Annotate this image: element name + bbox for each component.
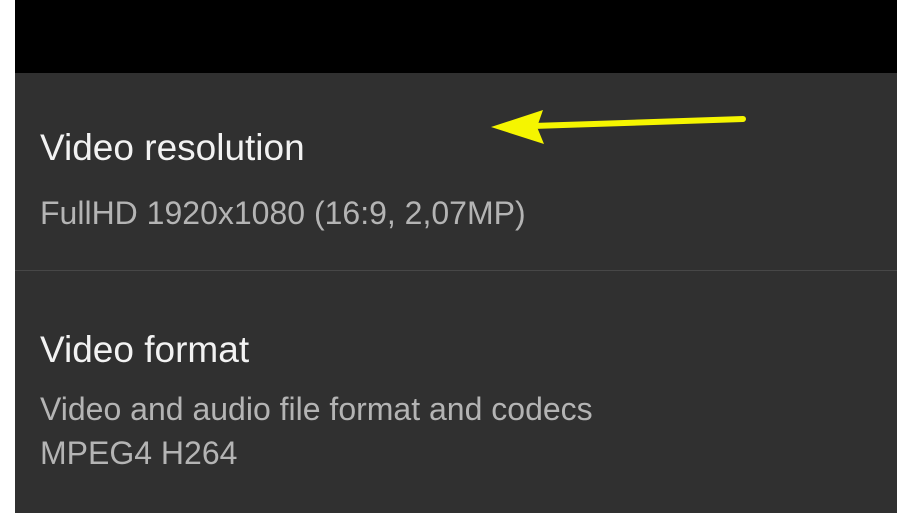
video-format-title: Video format [40,329,250,370]
status-bar [15,0,897,73]
video-resolution-title: Video resolution [40,127,305,168]
video-format-summary-line-2: MPEG4 H264 [40,435,238,471]
video-resolution-summary: FullHD 1920x1080 (16:9, 2,07MP) [40,195,526,231]
video-format-setting[interactable]: Video format Video and audio file format… [15,271,897,513]
settings-screen: Video resolution FullHD 1920x1080 (16:9,… [15,0,897,513]
video-format-summary-line-1: Video and audio file format and codecs [40,391,593,427]
video-format-summary: Video and audio file format and codecs M… [40,387,593,475]
yellow-arrow-left-icon [491,110,746,144]
video-resolution-setting[interactable]: Video resolution FullHD 1920x1080 (16:9,… [15,73,897,270]
